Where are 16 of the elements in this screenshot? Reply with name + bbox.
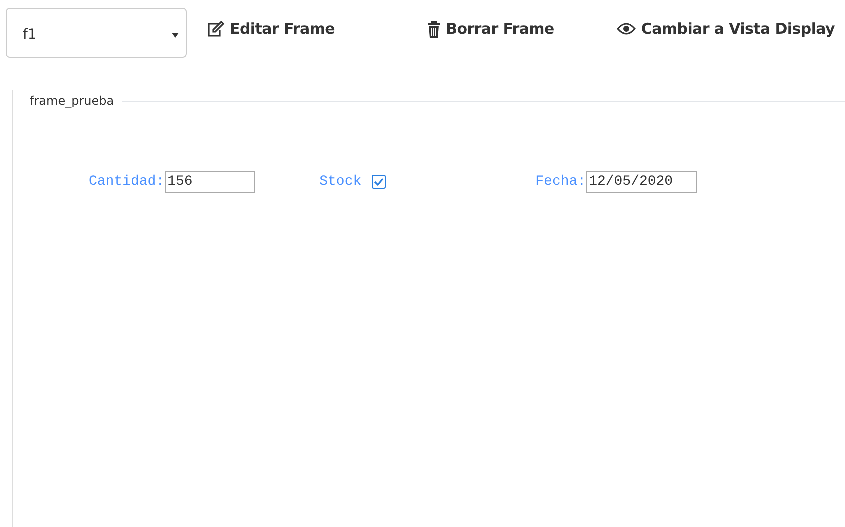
edit-icon [207, 21, 225, 37]
select-value: f1 [23, 27, 37, 43]
edit-frame-button[interactable]: Editar Frame [207, 8, 336, 50]
field-label: Cantidad: [89, 174, 165, 190]
frame-select[interactable]: f1 [6, 8, 187, 58]
frame-legend: frame_prueba [30, 94, 114, 108]
caret-icon [172, 32, 179, 38]
checkbox[interactable] [372, 175, 386, 189]
input-field[interactable]: 12/05/2020 [586, 171, 698, 193]
delete-frame-button[interactable]: Borrar Frame [427, 8, 554, 50]
trash-icon [427, 20, 442, 38]
field-label: Stock [320, 174, 362, 190]
view-frame-button[interactable]: Cambiar a Vista Display [617, 8, 835, 50]
input-field[interactable]: 156 [164, 171, 255, 193]
eye-icon [617, 23, 636, 35]
field-label: Fecha: [536, 174, 586, 190]
